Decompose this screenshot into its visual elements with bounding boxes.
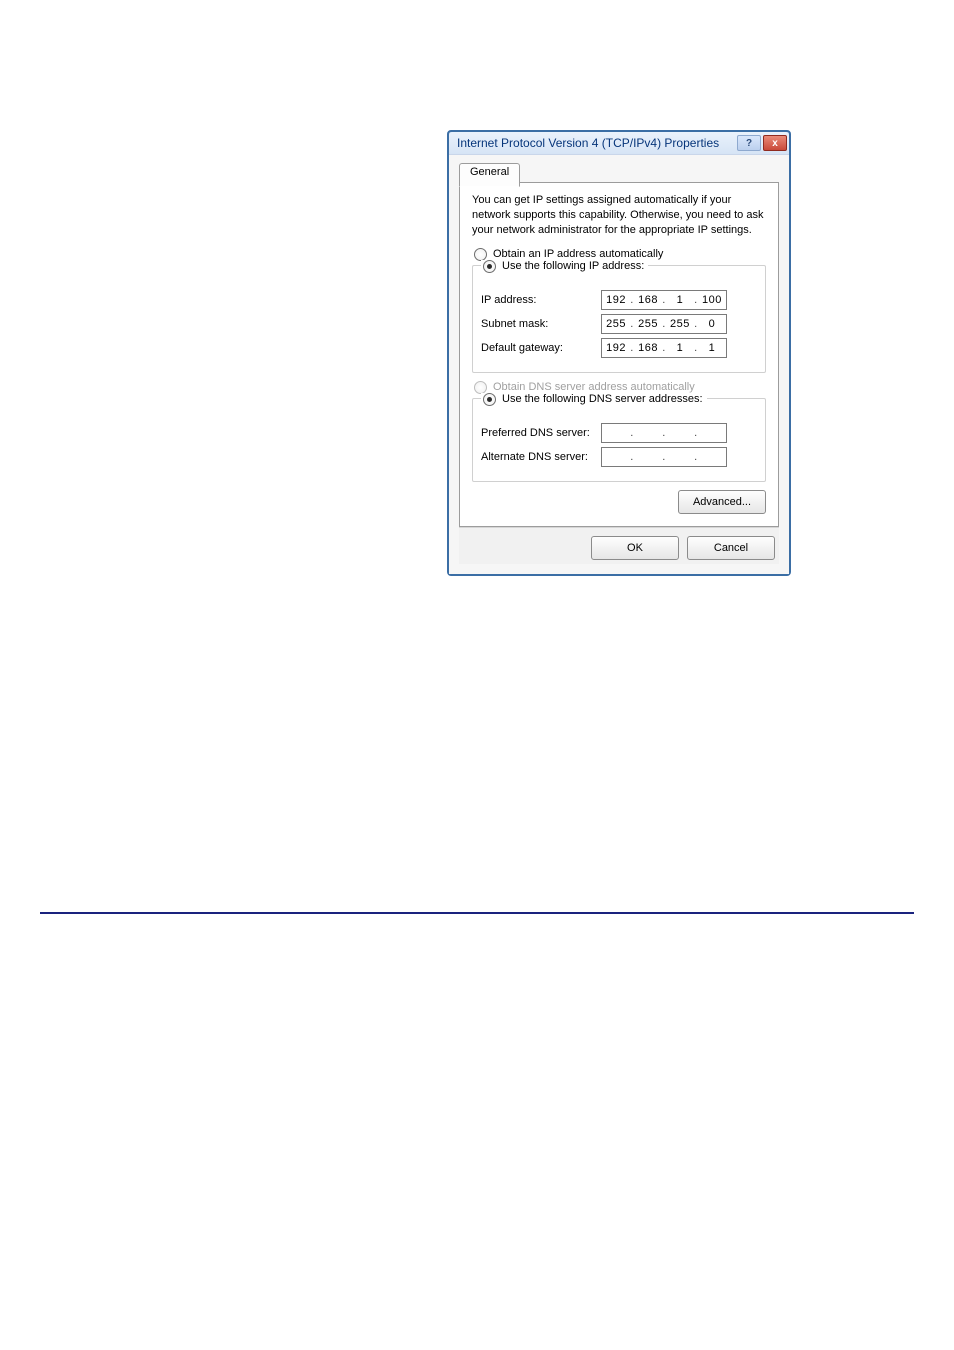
row-preferred-dns: Preferred DNS server: . . .	[481, 423, 757, 443]
dialog-button-row: OK Cancel	[459, 527, 779, 564]
row-default-gateway: Default gateway: 192. 168. 1. 1	[481, 338, 757, 358]
dialog-client: General You can get IP settings assigned…	[449, 154, 789, 574]
advanced-row: Advanced...	[472, 490, 766, 514]
advanced-button[interactable]: Advanced...	[678, 490, 766, 514]
dns-server-group: Use the following DNS server addresses: …	[472, 398, 766, 482]
row-subnet-mask: Subnet mask: 255. 255. 255. 0	[481, 314, 757, 334]
help-button[interactable]: ?	[737, 135, 761, 151]
row-ip-address: IP address: 192. 168. 1. 100	[481, 290, 757, 310]
input-preferred-dns[interactable]: . . .	[601, 423, 727, 443]
label-default-gateway: Default gateway:	[481, 342, 601, 354]
close-icon: x	[772, 138, 778, 149]
radio-icon	[483, 260, 496, 273]
label-alternate-dns: Alternate DNS server:	[481, 451, 601, 463]
tab-general[interactable]: General	[459, 163, 520, 187]
ip-address-group: Use the following IP address: IP address…	[472, 265, 766, 373]
cancel-button[interactable]: Cancel	[687, 536, 775, 560]
input-default-gateway[interactable]: 192. 168. 1. 1	[601, 338, 727, 358]
row-alternate-dns: Alternate DNS server: . . .	[481, 447, 757, 467]
help-icon: ?	[746, 138, 752, 149]
radio-use-following-dns[interactable]: Use the following DNS server addresses:	[481, 393, 707, 406]
radio-use-following-ip[interactable]: Use the following IP address:	[481, 260, 648, 273]
label-subnet-mask: Subnet mask:	[481, 318, 601, 330]
radio-label: Obtain an IP address automatically	[493, 248, 663, 260]
titlebar[interactable]: Internet Protocol Version 4 (TCP/IPv4) P…	[449, 132, 789, 154]
ipv4-properties-dialog: Internet Protocol Version 4 (TCP/IPv4) P…	[447, 130, 791, 576]
label-preferred-dns: Preferred DNS server:	[481, 427, 601, 439]
radio-label: Obtain DNS server address automatically	[493, 381, 695, 393]
input-alternate-dns[interactable]: . . .	[601, 447, 727, 467]
radio-icon	[483, 393, 496, 406]
input-subnet-mask[interactable]: 255. 255. 255. 0	[601, 314, 727, 334]
description-text: You can get IP settings assigned automat…	[472, 193, 766, 238]
label-ip-address: IP address:	[481, 294, 601, 306]
ok-button[interactable]: OK	[591, 536, 679, 560]
radio-label: Use the following DNS server addresses:	[502, 393, 703, 405]
tab-body-general: You can get IP settings assigned automat…	[459, 182, 779, 527]
tab-strip: General	[459, 163, 779, 183]
dialog-title: Internet Protocol Version 4 (TCP/IPv4) P…	[457, 136, 735, 150]
page-divider	[40, 912, 914, 914]
input-ip-address[interactable]: 192. 168. 1. 100	[601, 290, 727, 310]
radio-label: Use the following IP address:	[502, 260, 644, 272]
close-button[interactable]: x	[763, 135, 787, 151]
